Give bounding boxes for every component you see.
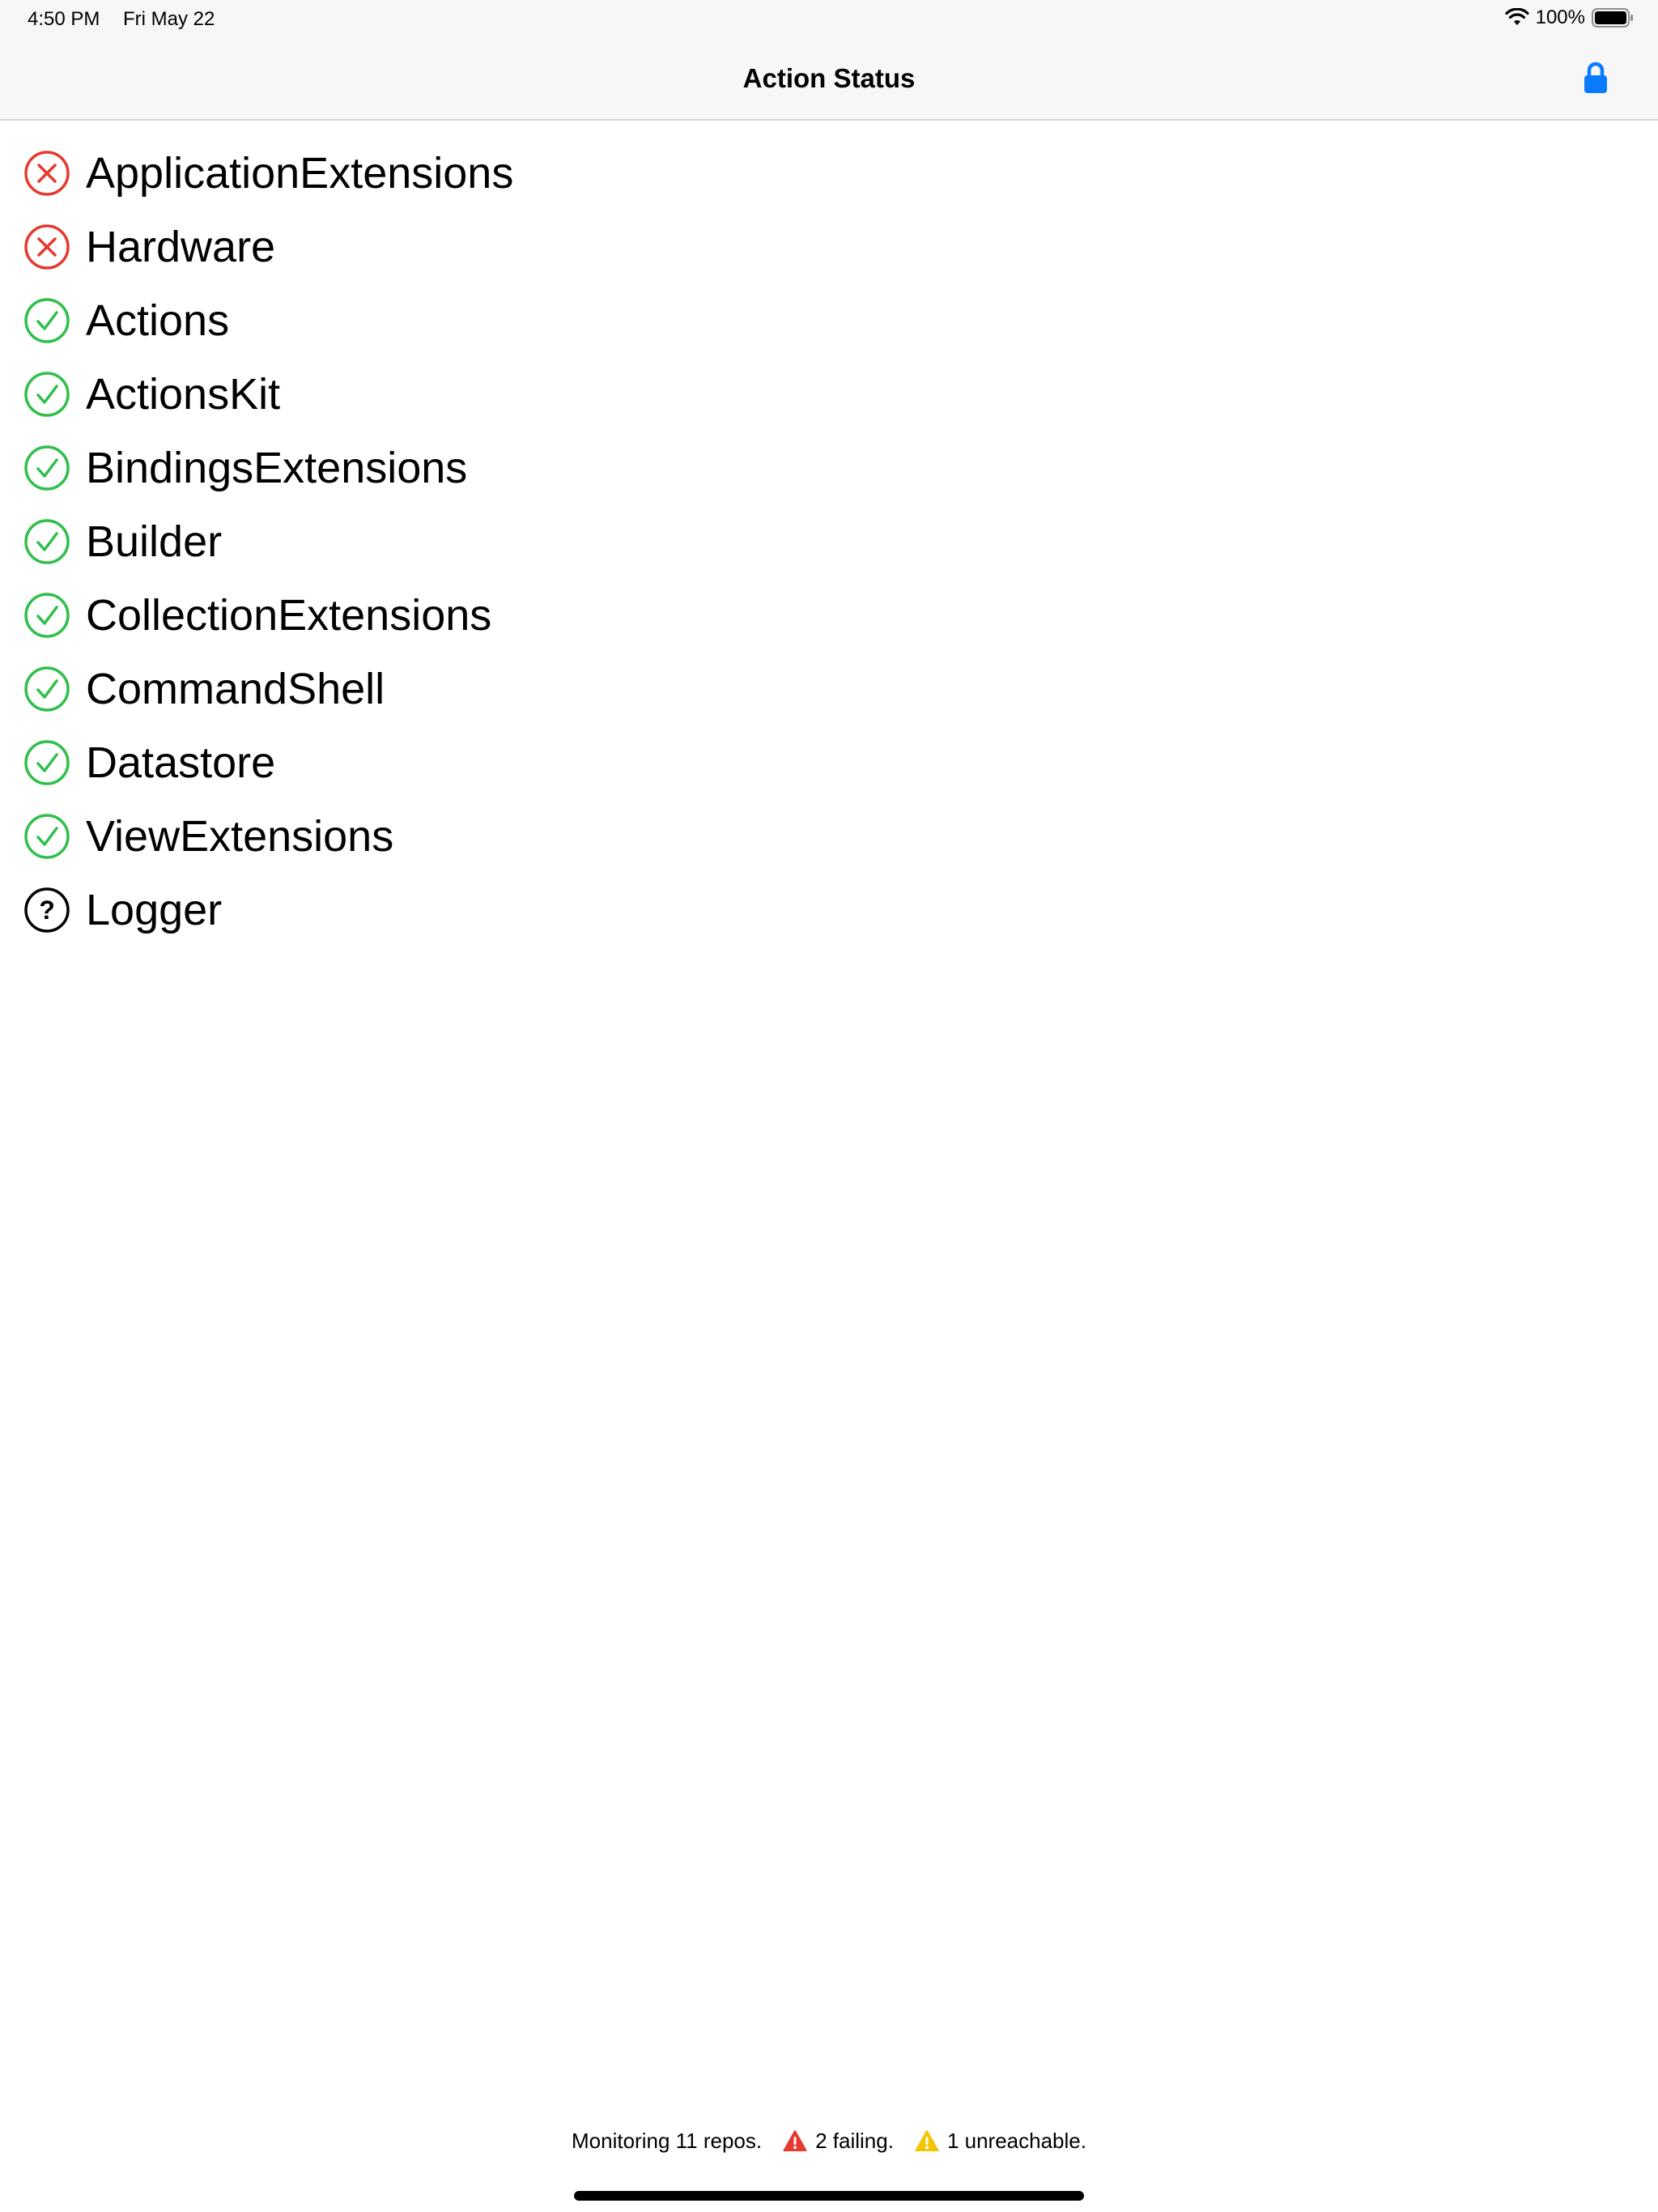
list-item[interactable]: Actions [0,283,1658,357]
unreachable-text: 1 unreachable. [946,2128,1086,2153]
question-circle-icon: ? [23,886,71,934]
repo-name: ViewExtensions [86,811,394,861]
monitoring-text: Monitoring 11 repos. [572,2128,763,2153]
check-circle-icon [23,370,71,419]
summary-footer: Monitoring 11 repos. 2 failing. 1 unreac… [0,2125,1658,2157]
warning-yellow-icon [915,2129,939,2152]
svg-text:?: ? [39,895,55,925]
repo-name: CommandShell [86,664,385,713]
repo-name: ActionsKit [86,369,281,419]
wifi-icon [1505,8,1529,28]
navigation-bar: Action Status [0,39,1658,121]
check-circle-icon [23,591,71,640]
home-indicator[interactable] [574,2191,1084,2201]
x-circle-icon [23,223,71,271]
list-item[interactable]: CommandShell [0,652,1658,725]
battery-icon [1592,7,1634,28]
list-item[interactable]: ? Logger [0,873,1658,946]
status-right: 100% [1505,6,1634,29]
failing-text: 2 failing. [815,2128,894,2153]
check-circle-icon [23,738,71,787]
check-circle-icon [23,296,71,345]
repo-name: Hardware [86,222,276,271]
repo-list: ApplicationExtensions Hardware Actions A… [0,136,1658,946]
status-bar: 4:50 PM Fri May 22 100% [0,0,1658,39]
list-item[interactable]: ViewExtensions [0,799,1658,873]
repo-name: Builder [86,517,223,566]
list-item[interactable]: Hardware [0,210,1658,283]
repo-name: Datastore [86,738,276,787]
check-circle-icon [23,517,71,566]
lock-icon[interactable] [1582,60,1609,96]
list-item[interactable]: ApplicationExtensions [0,136,1658,210]
battery-percent: 100% [1535,6,1585,28]
list-item[interactable]: ActionsKit [0,357,1658,431]
check-circle-icon [23,444,71,492]
page-title: Action Status [742,63,916,93]
list-item[interactable]: Builder [0,504,1658,578]
x-circle-icon [23,149,71,198]
repo-name: Logger [86,885,223,934]
list-item[interactable]: CollectionExtensions [0,578,1658,652]
repo-name: Actions [86,296,230,345]
repo-name: BindingsExtensions [86,443,468,492]
list-item[interactable]: BindingsExtensions [0,431,1658,504]
check-circle-icon [23,812,71,861]
status-date: Fri May 22 [123,8,215,30]
check-circle-icon [23,665,71,713]
status-time: 4:50 PM [28,8,100,30]
repo-name: CollectionExtensions [86,590,492,640]
list-item[interactable]: Datastore [0,725,1658,799]
repo-name: ApplicationExtensions [86,148,514,198]
warning-red-icon [783,2129,807,2152]
